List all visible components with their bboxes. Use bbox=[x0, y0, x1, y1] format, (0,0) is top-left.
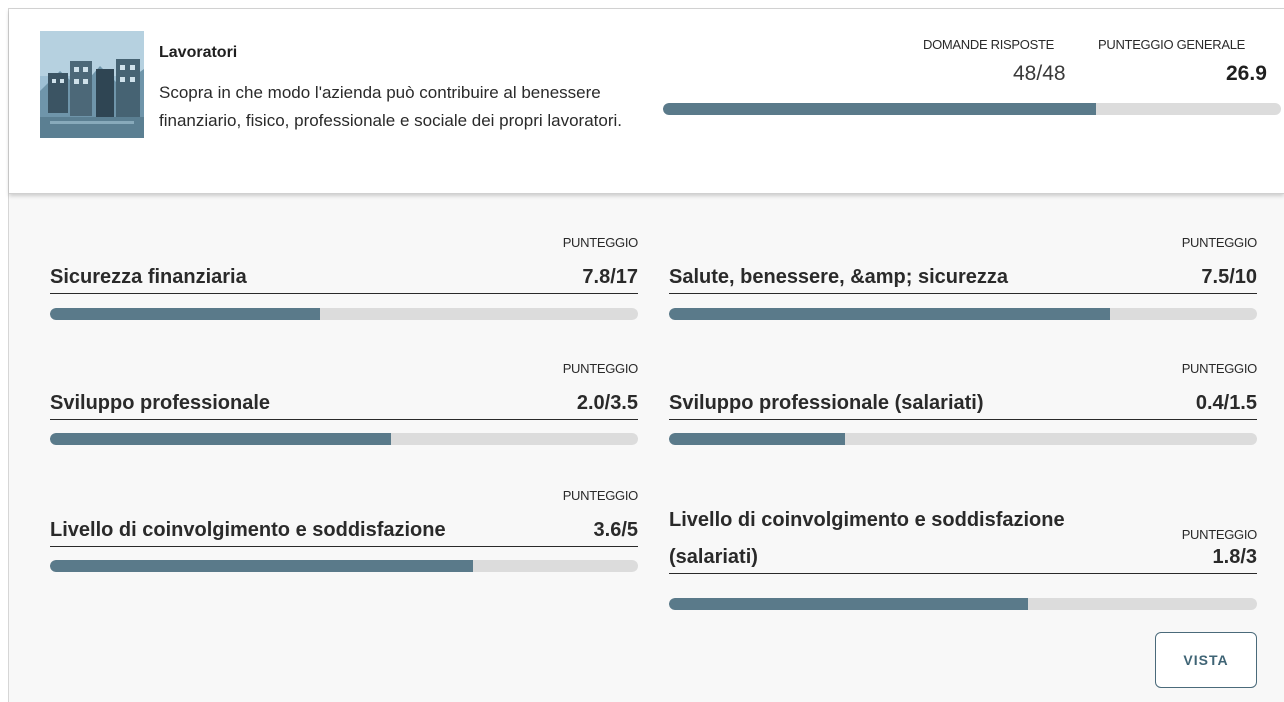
category-score: 2.0/3.5 bbox=[576, 392, 638, 414]
category-professional-development: PUNTEGGIO Sviluppo professionale 2.0/3.5 bbox=[50, 359, 638, 449]
questions-answered-label: DOMANDE RISPOSTE bbox=[923, 37, 1054, 52]
view-button[interactable]: VISTA bbox=[1155, 632, 1257, 688]
category-score-label: PUNTEGGIO bbox=[562, 235, 639, 250]
category-title: Sviluppo professionale (salariati) bbox=[669, 392, 984, 414]
category-title: Salute, benessere, &amp; sicurezza bbox=[669, 266, 1009, 288]
category-score: 0.4/1.5 bbox=[1195, 392, 1257, 414]
category-progress-bar bbox=[50, 433, 638, 445]
category-title-line1: Livello di coinvolgimento e soddisfazion… bbox=[669, 509, 1065, 531]
category-score: 7.8/17 bbox=[582, 266, 638, 288]
category-engagement-satisfaction-salaried: Livello di coinvolgimento e soddisfazion… bbox=[669, 509, 1257, 619]
category-progress-bar bbox=[669, 433, 1257, 445]
category-score-label: PUNTEGGIO bbox=[562, 488, 639, 503]
section-card: Lavoratori Scopra in che modo l'azienda … bbox=[8, 8, 1284, 702]
category-score-label: PUNTEGGIO bbox=[562, 361, 639, 376]
category-title: Livello di coinvolgimento e soddisfazion… bbox=[50, 519, 446, 541]
category-progress-fill bbox=[669, 433, 846, 445]
category-progress-fill bbox=[50, 560, 474, 572]
category-financial-security: PUNTEGGIO Sicurezza finanziaria 7.8/17 bbox=[50, 233, 638, 323]
category-progress-fill bbox=[50, 433, 392, 445]
category-progress-bar bbox=[669, 598, 1257, 610]
category-progress-fill bbox=[669, 598, 1028, 610]
category-professional-development-salaried: PUNTEGGIO Sviluppo professionale (salari… bbox=[669, 359, 1257, 449]
category-title: Sicurezza finanziaria bbox=[50, 266, 247, 288]
category-score: 7.5/10 bbox=[1201, 266, 1257, 288]
section-description: Scopra in che modo l'azienda può contrib… bbox=[159, 83, 623, 130]
section-thumbnail-image bbox=[40, 31, 144, 138]
overall-progress-bar bbox=[663, 103, 1281, 115]
category-health-wellbeing-safety: PUNTEGGIO Salute, benessere, &amp; sicur… bbox=[669, 233, 1257, 323]
category-title: Sviluppo professionale bbox=[50, 392, 271, 414]
category-progress-bar bbox=[669, 308, 1257, 320]
category-score-label: PUNTEGGIO bbox=[1181, 361, 1258, 376]
category-progress-bar bbox=[50, 560, 638, 572]
overall-progress-fill bbox=[663, 103, 1096, 115]
category-progress-fill bbox=[669, 308, 1110, 320]
overall-score-value: 26.9 bbox=[1226, 62, 1267, 85]
category-score-label: PUNTEGGIO bbox=[1181, 235, 1258, 250]
section-title: Lavoratori bbox=[159, 44, 238, 61]
category-engagement-satisfaction: PUNTEGGIO Livello di coinvolgimento e so… bbox=[50, 486, 638, 576]
section-header: Lavoratori Scopra in che modo l'azienda … bbox=[9, 9, 1284, 194]
category-score: 3.6/5 bbox=[593, 519, 638, 541]
overall-score-label: PUNTEGGIO GENERALE bbox=[1098, 37, 1246, 52]
category-progress-bar bbox=[50, 308, 638, 320]
category-progress-fill bbox=[50, 308, 321, 320]
category-title-line2: (salariati) bbox=[669, 546, 758, 568]
questions-answered-value: 48/48 bbox=[1013, 62, 1066, 85]
category-score: 1.8/3 bbox=[1212, 546, 1257, 568]
